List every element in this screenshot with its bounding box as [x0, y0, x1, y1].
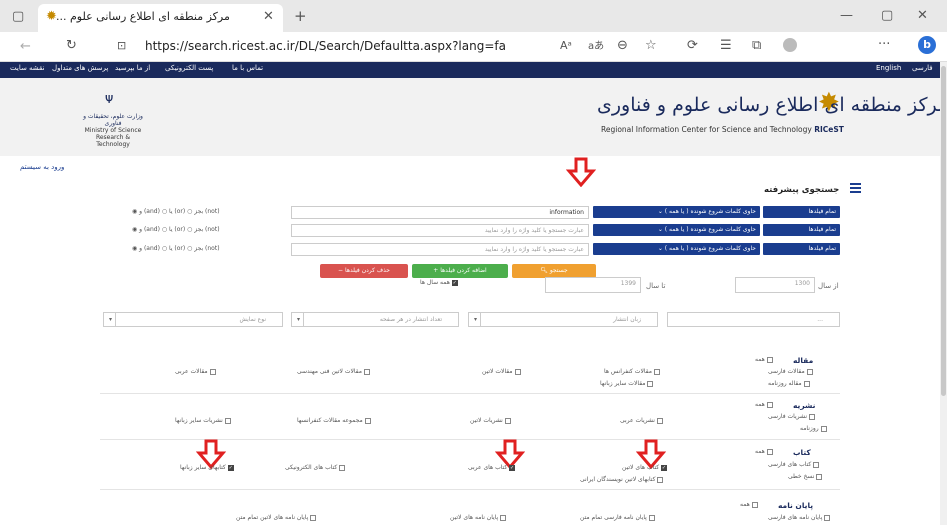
collections-icon[interactable]: ⧉: [752, 39, 761, 53]
match-select-2[interactable]: حاوی کلمات شروع شونده ( یا همه ) ⌄: [593, 224, 760, 236]
checkbox-articles-other-lang[interactable]: مقالات سایر زبانها: [600, 380, 654, 387]
checkbox-manuscripts[interactable]: نسخ خطی: [788, 473, 823, 480]
annotation-arrow-icon: [566, 157, 596, 187]
nav-sitemap[interactable]: نقشه سایت: [10, 64, 45, 72]
menu-toggle-icon[interactable]: [850, 183, 861, 185]
all-years-checkbox[interactable]: ✓همه سال ها: [420, 279, 458, 286]
section-divider: [100, 489, 840, 490]
section-divider: [100, 393, 840, 394]
articles-all-checkbox[interactable]: همه: [755, 356, 773, 363]
checkbox-journals-latin[interactable]: نشریات لاتین: [470, 417, 511, 424]
checkbox-books-arabic[interactable]: ✓کتاب های عربی: [468, 464, 516, 471]
field-select-2[interactable]: تمام فیلدها: [763, 224, 840, 236]
ministry-logo: وزارت علوم، تحقیقات و فناوری Ministry of…: [83, 113, 143, 148]
checkbox-ebooks[interactable]: کتاب های الکترونیکی: [285, 464, 346, 471]
chevron-down-icon: ▾: [471, 313, 481, 326]
nav-ask-us[interactable]: از ما بپرسید: [115, 64, 150, 72]
checkbox-books-latin[interactable]: ✓کتاب های لاتین: [622, 464, 668, 471]
nav-email[interactable]: پست الکترونیکی: [165, 64, 213, 72]
site-title: مرکز منطقه ای اطلاع رسانی علوم و فناوری: [597, 94, 947, 116]
checkbox-newspaper[interactable]: روزنامه: [800, 425, 827, 432]
section-title-theses: پایان نامه: [778, 501, 814, 510]
site-subtitle: Regional Information Center for Science …: [601, 125, 844, 134]
filter-select-1[interactable]: ...: [667, 312, 840, 327]
section-title-books: کتاب: [793, 448, 811, 457]
nav-faq[interactable]: پرسش های متداول: [52, 64, 108, 72]
to-year-label: تا سال: [646, 282, 666, 290]
checkbox-articles-conference[interactable]: مقالات کنفرانس ها: [604, 368, 660, 375]
checkbox-journals-other-lang[interactable]: نشریات سایر زبانها: [175, 417, 231, 424]
chevron-down-icon: ▾: [294, 313, 304, 326]
checkbox-theses-farsi[interactable]: پایان نامه های فارسی: [768, 514, 831, 521]
checkbox-articles-arabic[interactable]: مقالات عربی: [175, 368, 216, 375]
checkbox-books-farsi[interactable]: کتاب های فارسی: [768, 461, 820, 468]
checkbox-articles-latin-eng[interactable]: مقالات لاتین فنی مهندسی: [297, 368, 370, 375]
lock-icon: ⊡: [117, 39, 127, 52]
checkbox-articles-newspaper[interactable]: مقاله روزنامه: [768, 380, 810, 387]
scrollbar-thumb[interactable]: [941, 66, 946, 396]
checkbox-articles-latin[interactable]: مقالات لاتین: [482, 368, 521, 375]
field-select-1[interactable]: تمام فیلدها: [763, 206, 840, 218]
operator-radios-2[interactable]: (not) بجز ○ (or) یا ○ (and) و ◉: [132, 226, 220, 233]
from-year-label: از سال: [818, 282, 839, 290]
checkbox-theses-latin-fulltext[interactable]: پایان نامه های لاتین تمام متن: [236, 514, 317, 521]
match-select-1[interactable]: حاوی کلمات شروع شونده ( یا همه ) ⌄: [593, 206, 760, 218]
field-select-3[interactable]: تمام فیلدها: [763, 243, 840, 255]
favorites-list-icon[interactable]: ☰: [720, 39, 732, 53]
favorite-icon[interactable]: ☆: [645, 39, 657, 53]
nav-english[interactable]: English: [876, 64, 901, 72]
per-page-select[interactable]: ▾ تعداد انتشار در هر صفحه: [291, 312, 459, 327]
from-year-input[interactable]: 1300: [735, 277, 815, 293]
more-menu-icon[interactable]: ···: [878, 38, 890, 52]
section-title-articles: مقاله: [793, 356, 814, 365]
checkbox-conference-collections[interactable]: مجموعه مقالات کنفرانسها: [297, 417, 371, 424]
books-all-checkbox[interactable]: همه: [755, 448, 773, 455]
chevron-down-icon: ▾: [106, 313, 116, 326]
journals-all-checkbox[interactable]: همه: [755, 401, 773, 408]
tab-close-icon[interactable]: ✕: [263, 10, 274, 24]
search-input-3[interactable]: عبارت جستجو یا کلید واژه را وارد نمایید: [291, 243, 589, 256]
add-fields-button[interactable]: اضافه کردن فیلدها +: [412, 264, 508, 278]
bing-icon[interactable]: b: [918, 36, 936, 54]
checkbox-theses-latin[interactable]: پایان نامه های لاتین: [450, 514, 507, 521]
checkbox-articles-farsi[interactable]: مقالات فارسی: [768, 368, 813, 375]
minimize-icon[interactable]: —: [840, 9, 853, 23]
search-input-2[interactable]: عبارت جستجو یا کلید واژه را وارد نمایید: [291, 224, 589, 237]
display-type-select[interactable]: ▾ نوع نمایش: [103, 312, 283, 327]
checkbox-books-other-lang[interactable]: ✓کتابهای سایر زبانها: [180, 464, 234, 471]
match-select-3[interactable]: حاوی کلمات شروع شونده ( یا همه ) ⌄: [593, 243, 760, 255]
window-close-icon[interactable]: ✕: [917, 9, 928, 23]
profile-avatar[interactable]: [783, 38, 797, 52]
url-field[interactable]: https://search.ricest.ac.ir/DL/Search/De…: [145, 39, 506, 53]
to-year-input[interactable]: 1399: [545, 277, 641, 293]
login-link[interactable]: ورود به سیستم: [20, 163, 64, 171]
operator-radios-1[interactable]: (not) بجز ○ (or) یا ○ (and) و ◉: [132, 208, 220, 215]
checkbox-journals-farsi[interactable]: نشریات فارسی: [768, 413, 816, 420]
ministry-emblem-icon: ᴪ: [105, 91, 114, 107]
back-icon[interactable]: ←: [20, 40, 31, 54]
new-tab-icon[interactable]: +: [294, 9, 307, 24]
checkbox-journals-arabic[interactable]: نشریات عربی: [620, 417, 663, 424]
search-input-1[interactable]: information: [291, 206, 589, 219]
nav-contact[interactable]: تماس با ما: [232, 64, 263, 72]
refresh-icon[interactable]: ↻: [66, 39, 77, 53]
restore-icon[interactable]: ▢: [881, 9, 893, 23]
extensions-icon[interactable]: ⟳: [687, 39, 698, 53]
theses-all-checkbox[interactable]: همه: [740, 501, 758, 508]
checkbox-books-latin-iranian[interactable]: کتابهای لاتین نویسندگان ایرانی: [580, 476, 664, 483]
operator-radios-3[interactable]: (not) بجز ○ (or) یا ○ (and) و ◉: [132, 245, 220, 252]
checkbox-theses-farsi-fulltext[interactable]: پایان نامه فارسی تمام متن: [580, 514, 655, 521]
language-select[interactable]: ▾ زبان انتشار: [468, 312, 658, 327]
read-aloud-icon[interactable]: aあ: [588, 40, 604, 54]
search-button[interactable]: جستجو 🔍︎: [512, 264, 596, 278]
page-title: جستجوی پیشرفته: [764, 185, 840, 195]
reader-view-icon[interactable]: Aᵃ: [560, 39, 572, 53]
nav-farsi[interactable]: فارسی: [912, 64, 933, 72]
tab-actions-icon[interactable]: ▢: [12, 10, 24, 24]
section-title-journals: نشریه: [793, 401, 816, 410]
remove-fields-button[interactable]: حذف کردن فیلدها −: [320, 264, 408, 278]
zoom-icon[interactable]: ⊖: [617, 39, 628, 53]
tab-title: مرکز منطقه ای اطلاع رسانی علوم ...: [56, 10, 230, 23]
